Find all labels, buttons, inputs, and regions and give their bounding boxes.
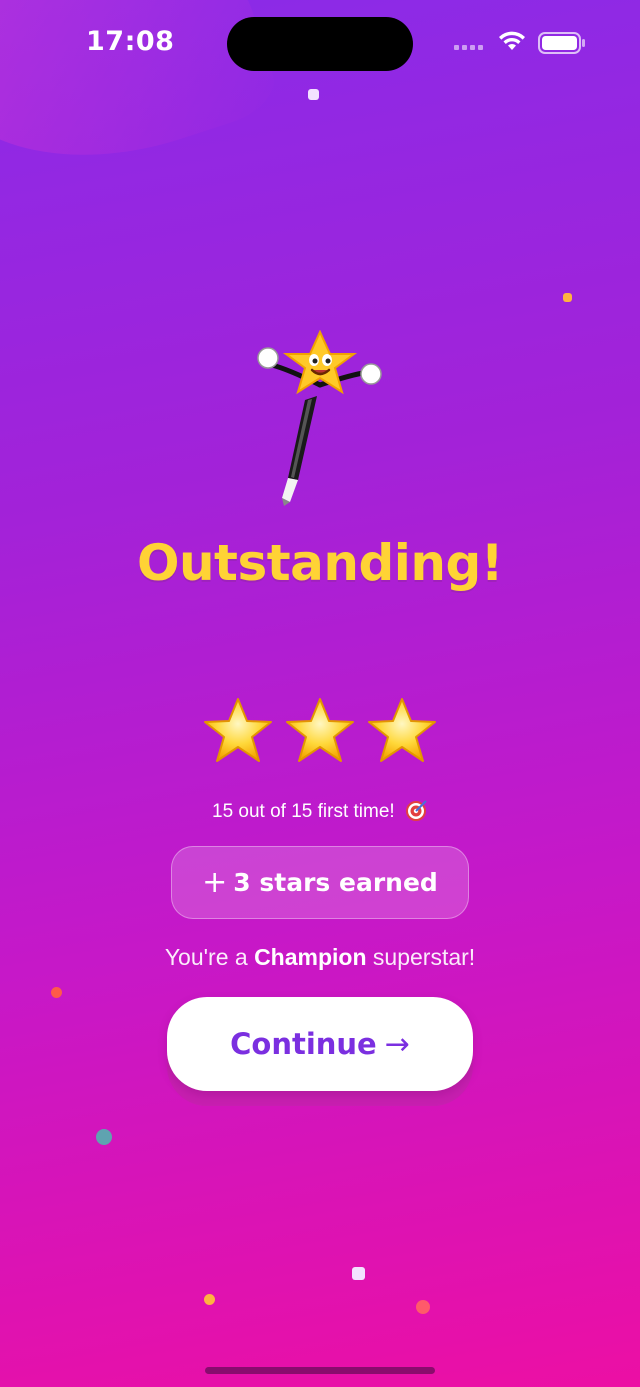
rank-message: You're a Champion superstar! bbox=[0, 944, 640, 971]
star-icon bbox=[368, 698, 436, 762]
arrow-right-icon: → bbox=[384, 1026, 410, 1062]
star-icon bbox=[204, 698, 272, 762]
rank-suffix: superstar! bbox=[366, 944, 476, 970]
confetti-piece bbox=[96, 1129, 112, 1145]
score-label: 15 out of 15 first time! bbox=[212, 801, 395, 822]
star-pencil-mascot-icon bbox=[257, 330, 382, 506]
target-dart-icon bbox=[405, 800, 427, 821]
stars-row bbox=[0, 696, 640, 764]
confetti-piece bbox=[51, 987, 62, 998]
stars-earned-badge: + 3 stars earned bbox=[171, 846, 469, 919]
confetti-piece bbox=[308, 89, 319, 100]
star-icon bbox=[286, 698, 354, 762]
confetti-piece bbox=[204, 1294, 215, 1305]
status-time: 17:08 bbox=[86, 26, 175, 57]
wifi-icon bbox=[499, 31, 525, 50]
score-text: 15 out of 15 first time! bbox=[0, 799, 640, 823]
plus-glyph: + bbox=[202, 865, 228, 900]
result-title: Outstanding! bbox=[136, 534, 504, 592]
signal-icon bbox=[454, 40, 488, 50]
continue-label: Continue bbox=[230, 1027, 377, 1061]
continue-button[interactable]: Continue → bbox=[167, 997, 473, 1091]
battery-icon bbox=[538, 32, 585, 54]
confetti-piece bbox=[352, 1267, 365, 1280]
confetti-piece bbox=[563, 293, 572, 302]
rank-prefix: You're a bbox=[164, 944, 255, 970]
dynamic-island bbox=[227, 17, 413, 71]
rank-name: Champion bbox=[254, 944, 367, 970]
status-bar: 17:08 bbox=[0, 0, 640, 90]
home-indicator[interactable] bbox=[205, 1367, 435, 1374]
stars-earned-label: 3 stars earned bbox=[233, 868, 438, 897]
confetti-piece bbox=[416, 1300, 430, 1314]
